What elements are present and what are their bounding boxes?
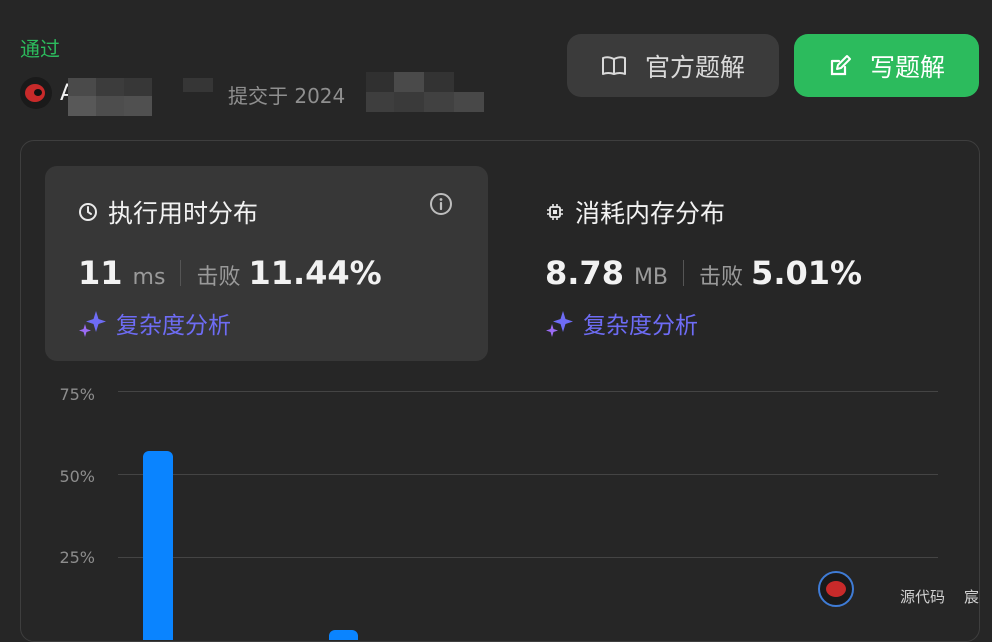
memory-unit: MB <box>633 265 669 290</box>
memory-metric: 8.78 MB 击败 5.01% <box>545 254 862 292</box>
runtime-unit: ms <box>132 265 166 290</box>
y-tick-label: 50% <box>59 467 95 486</box>
info-icon[interactable] <box>429 192 453 216</box>
sparkle-icon <box>79 311 106 337</box>
author-label: 宸 <box>964 588 980 606</box>
sparkle-icon <box>546 311 573 337</box>
memory-title: 消耗内存分布 <box>545 194 725 230</box>
runtime-bar[interactable] <box>143 450 173 640</box>
metric-divider <box>180 260 182 286</box>
runtime-metric: 11 ms 击败 11.44% <box>78 254 382 292</box>
user-row: A <box>20 76 75 110</box>
submission-status: 通过 <box>20 37 60 61</box>
clock-icon <box>79 203 97 221</box>
official-solution-label: 官方题解 <box>644 52 745 82</box>
memory-beat-value: 5.01% <box>751 254 863 292</box>
chip-icon <box>547 204 563 220</box>
runtime-complexity-link[interactable]: 复杂度分析 <box>78 306 231 340</box>
book-icon <box>601 55 626 75</box>
write-solution-button[interactable]: 写题解 <box>794 34 979 97</box>
footer-avatar[interactable] <box>818 571 854 607</box>
memory-beat-label: 击败 <box>699 265 744 290</box>
memory-complexity-link[interactable]: 复杂度分析 <box>545 306 698 340</box>
grid-line <box>118 474 938 475</box>
edit-icon <box>830 54 851 75</box>
runtime-card[interactable]: 执行用时分布 11 ms 击败 11.44% 复杂度分析 <box>45 166 488 361</box>
write-solution-label: 写题解 <box>869 52 945 82</box>
runtime-title: 执行用时分布 <box>78 194 258 230</box>
runtime-beat-label: 击败 <box>196 265 241 290</box>
grid-line <box>118 391 938 392</box>
runtime-beat-value: 11.44% <box>248 254 382 292</box>
metric-divider <box>683 260 685 286</box>
memory-value: 8.78 <box>545 254 624 292</box>
y-tick-label: 25% <box>59 548 95 567</box>
y-tick-label: 75% <box>59 385 95 404</box>
runtime-bar[interactable] <box>329 630 358 640</box>
grid-line <box>118 557 938 558</box>
user-avatar[interactable] <box>20 77 52 109</box>
official-solution-button[interactable]: 官方题解 <box>567 34 779 97</box>
memory-card[interactable]: 消耗内存分布 8.78 MB 击败 5.01% 复杂度分析 <box>512 166 955 361</box>
runtime-value: 11 <box>78 254 123 292</box>
source-code-link[interactable]: 源代码 <box>900 586 945 607</box>
submitted-time-label: 提交于 2024 <box>228 84 346 108</box>
